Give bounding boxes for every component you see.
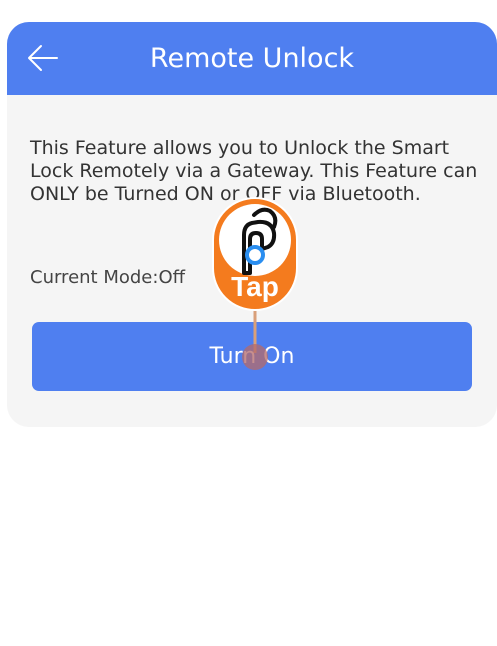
header-bar: Remote Unlock (7, 22, 497, 95)
remote-unlock-card: Remote Unlock This Feature allows you to… (7, 22, 497, 427)
current-mode-value: Off (158, 267, 186, 288)
turn-on-button[interactable]: Turn On (32, 322, 472, 391)
current-mode-label: Current Mode: (30, 267, 159, 288)
page-title: Remote Unlock (149, 43, 355, 74)
current-mode: Current Mode:Off (30, 267, 185, 288)
feature-description: This Feature allows you to Unlock the Sm… (30, 137, 478, 205)
